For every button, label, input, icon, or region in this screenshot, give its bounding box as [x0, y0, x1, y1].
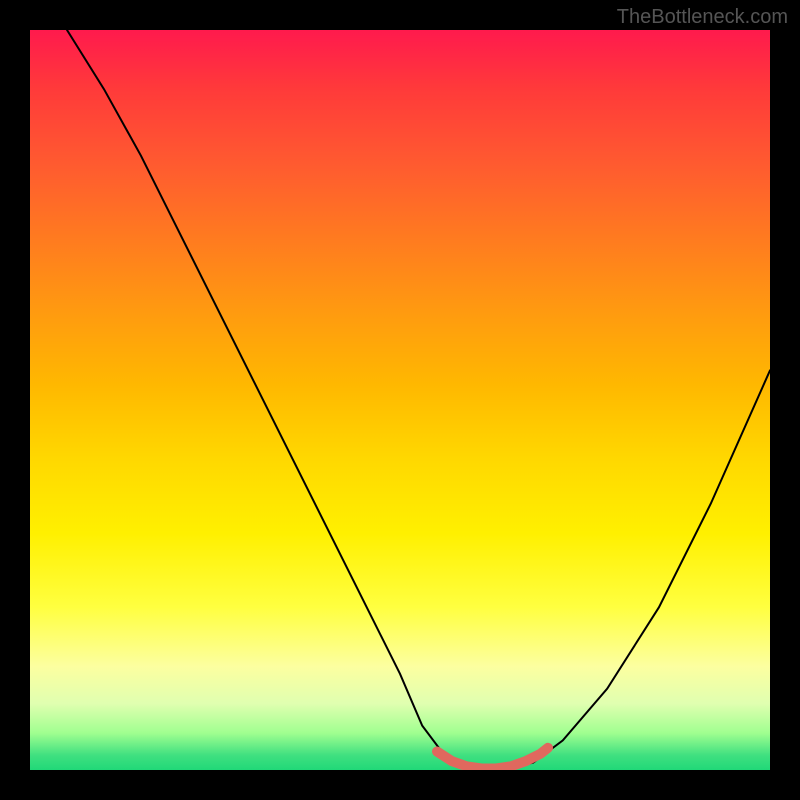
bottleneck-highlight	[437, 748, 548, 769]
watermark-text: TheBottleneck.com	[617, 6, 788, 29]
bottleneck-curve	[67, 30, 770, 770]
chart-container: TheBottleneck.com	[0, 0, 800, 800]
plot-area	[30, 30, 770, 770]
curve-svg	[30, 30, 770, 770]
